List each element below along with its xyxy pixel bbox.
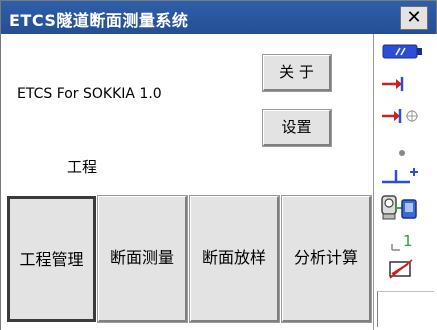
signal-level-value: 1 (403, 232, 413, 250)
instrument-height-icon[interactable] (380, 162, 420, 190)
battery-icon[interactable] (382, 42, 424, 64)
about-button-label: 关 于 (279, 63, 314, 81)
status-sidebar: 1 (373, 34, 437, 330)
title-bar: ETCS隧道断面测量系统 ✕ (1, 1, 436, 34)
settings-button-label: 设置 (281, 118, 312, 136)
section-stakeout-label: 断面放样 (201, 248, 266, 267)
section-label: 工程 (67, 158, 98, 176)
app-version-label: ETCS For SOKKIA 1.0 (17, 86, 162, 102)
window-title: ETCS隧道断面测量系统 (9, 11, 189, 30)
close-button[interactable]: ✕ (400, 6, 428, 30)
section-measure-button[interactable]: 断面测量 (97, 195, 188, 323)
project-management-label: 工程管理 (19, 250, 84, 269)
signal-level-icon: 1 (390, 230, 414, 256)
tilt-off-icon[interactable] (388, 258, 414, 284)
analysis-calc-label: 分析计算 (293, 248, 358, 267)
close-icon: ✕ (406, 7, 422, 28)
app-window: ETCS隧道断面测量系统 ✕ ETCS For SOKKIA 1.0 关 于 设… (0, 0, 437, 330)
dot-icon (398, 142, 406, 161)
analysis-calc-button[interactable]: 分析计算 (281, 195, 372, 323)
sidebar-bottom-tab[interactable] (377, 291, 434, 327)
target-prism-icon[interactable] (380, 106, 420, 130)
section-measure-label: 断面测量 (109, 248, 174, 267)
instrument-device-icon[interactable] (380, 194, 420, 226)
project-management-button[interactable]: 工程管理 (7, 196, 96, 322)
about-button[interactable]: 关 于 (262, 54, 332, 92)
settings-button[interactable]: 设置 (262, 109, 332, 147)
target-arrow-icon[interactable] (380, 74, 404, 98)
main-panel: ETCS For SOKKIA 1.0 关 于 设置 工程 工程管理 断面测量 … (1, 34, 373, 330)
section-stakeout-button[interactable]: 断面放样 (189, 195, 280, 323)
